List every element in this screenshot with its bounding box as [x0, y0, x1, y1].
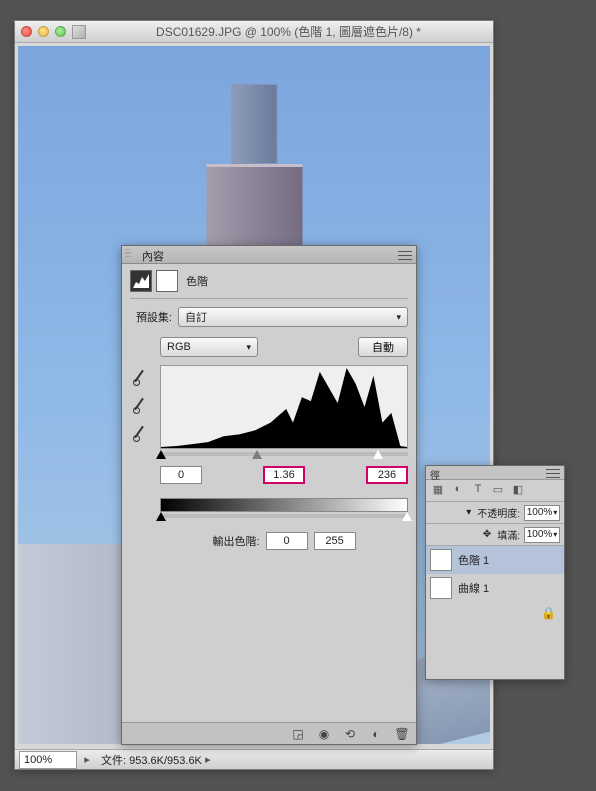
visibility-icon[interactable]: ◉: [316, 726, 332, 742]
preset-label: 預設集:: [130, 309, 172, 325]
document-title: DSC01629.JPG @ 100% (色階 1, 圖層遮色片/8) *: [90, 23, 487, 40]
layer-item-curves[interactable]: 曲線 1: [426, 574, 564, 602]
document-icon: [72, 25, 86, 39]
input-black-field[interactable]: 0: [160, 466, 202, 484]
output-white-handle[interactable]: [402, 512, 412, 521]
layers-menu-icon[interactable]: [546, 467, 560, 479]
panel-footer: ◲ ◉ ⟲ ◐ 🗑: [122, 722, 416, 744]
output-black-field[interactable]: 0: [266, 532, 308, 550]
layers-panel: 徑 ▦ ◐ T ▭ ◧ ▾ 不透明度: 100%▾ ✥ 填滿: 100%▾ 色階…: [425, 465, 565, 680]
properties-tab-label: 內容: [142, 251, 164, 263]
histogram: [160, 365, 408, 449]
levels-adj-icon[interactable]: [130, 270, 152, 292]
panel-menu-icon[interactable]: [398, 249, 412, 261]
white-point-handle[interactable]: [373, 450, 383, 459]
output-white-field[interactable]: 255: [314, 532, 356, 550]
zoom-dropdown-icon[interactable]: ▸: [81, 753, 93, 766]
adj-type-label: 色階: [186, 273, 208, 289]
output-gradient: [160, 498, 408, 512]
output-label: 輸出色階:: [212, 533, 259, 549]
layer-label: 曲線 1: [458, 580, 489, 596]
black-point-handle[interactable]: [156, 450, 166, 459]
input-gamma-field[interactable]: 1.36: [263, 466, 305, 484]
properties-tab[interactable]: :::::: 內容: [122, 246, 416, 264]
close-icon[interactable]: [21, 26, 32, 37]
trash-icon[interactable]: 🗑: [394, 726, 410, 742]
layers-tab[interactable]: 徑: [426, 466, 564, 480]
lock-icon[interactable]: 🔒: [541, 606, 556, 620]
previous-icon[interactable]: ◐: [368, 726, 384, 742]
zoom-input[interactable]: 100%: [19, 751, 77, 769]
reset-icon[interactable]: ⟲: [342, 726, 358, 742]
titlebar[interactable]: DSC01629.JPG @ 100% (色階 1, 圖層遮色片/8) *: [15, 21, 493, 43]
layer-thumb-icon: [430, 577, 452, 599]
fill-field[interactable]: 100%▾: [524, 527, 560, 543]
output-black-handle[interactable]: [156, 512, 166, 521]
properties-panel: :::::: 內容 色階 預設集: 自訂 RGB 自動: [121, 245, 417, 745]
filter-adj-icon[interactable]: ◐: [450, 483, 466, 499]
lock-set-icon[interactable]: ✥: [483, 529, 491, 540]
eyedropper-gray-icon[interactable]: [130, 397, 148, 415]
layer-thumb-icon: [430, 549, 452, 571]
fill-label: 填滿:: [497, 527, 520, 542]
preset-select[interactable]: 自訂: [178, 307, 408, 327]
statusbar: 100% ▸ 文件: 953.6K/953.6K ▸: [15, 749, 493, 769]
mask-icon[interactable]: [156, 270, 178, 292]
input-slider[interactable]: [160, 452, 408, 456]
layer-label: 色階 1: [458, 552, 489, 568]
clip-icon[interactable]: ◲: [290, 726, 306, 742]
output-slider[interactable]: [160, 514, 408, 518]
opacity-field[interactable]: 100%▾: [524, 505, 560, 521]
midtone-handle[interactable]: [252, 450, 262, 459]
input-white-field[interactable]: 236: [366, 466, 408, 484]
eyedropper-black-icon[interactable]: [130, 369, 148, 387]
doc-info: 文件: 953.6K/953.6K: [93, 752, 202, 768]
filter-row: ▦ ◐ T ▭ ◧: [426, 480, 564, 502]
filter-type-icon[interactable]: T: [470, 483, 486, 499]
layers-tab-label: 徑: [430, 471, 440, 482]
channel-select[interactable]: RGB: [160, 337, 258, 357]
filter-shape-icon[interactable]: ▭: [490, 483, 506, 499]
info-dropdown-icon[interactable]: ▸: [202, 753, 214, 766]
opacity-label: 不透明度:: [477, 505, 520, 520]
dropdown-icon[interactable]: ▾: [466, 507, 471, 518]
layer-item-levels[interactable]: 色階 1: [426, 546, 564, 574]
panel-grip-icon[interactable]: ::::::: [125, 250, 133, 258]
auto-button[interactable]: 自動: [358, 337, 408, 357]
filter-smart-icon[interactable]: ◧: [510, 483, 526, 499]
zoom-icon[interactable]: [55, 26, 66, 37]
filter-image-icon[interactable]: ▦: [430, 483, 446, 499]
eyedropper-white-icon[interactable]: [130, 425, 148, 443]
minimize-icon[interactable]: [38, 26, 49, 37]
